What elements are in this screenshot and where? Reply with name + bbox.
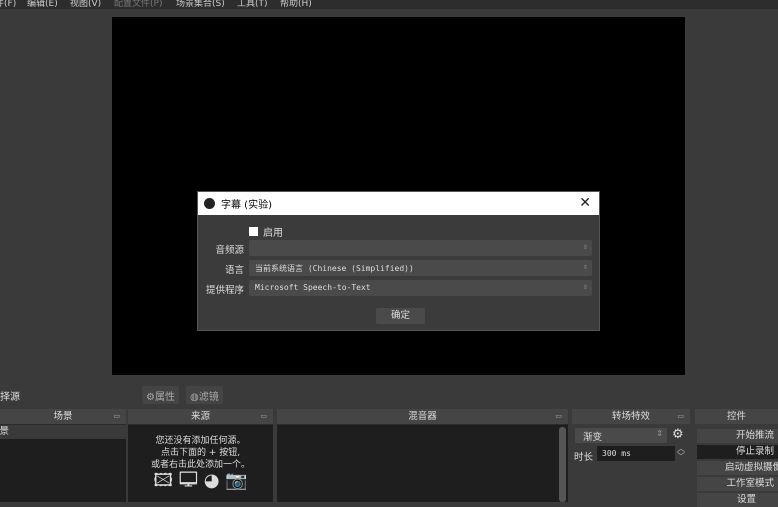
language-label: 语言 bbox=[224, 265, 244, 276]
float-icon[interactable]: ▭ bbox=[113, 409, 120, 424]
globe-icon: ◕ bbox=[203, 470, 220, 491]
float-icon[interactable]: ▭ bbox=[677, 409, 684, 424]
enable-label: 启用 bbox=[263, 228, 283, 239]
stop-recording-button[interactable]: 停止录制 bbox=[697, 445, 778, 459]
filters-label: 滤镜 bbox=[198, 392, 219, 403]
menu-bar: 文件(F) 编辑(E) 视图(V) 配置文件(P) 场景集合(S) 工具(T) … bbox=[0, 0, 778, 9]
image-icon: 🖾 bbox=[153, 470, 173, 491]
menu-scene-collection[interactable]: 场景集合(S) bbox=[176, 0, 225, 9]
scrollbar[interactable] bbox=[559, 427, 566, 502]
close-icon[interactable]: ✕ bbox=[579, 195, 591, 211]
scenes-dock: 场景▭ 场景 bbox=[0, 409, 126, 502]
menu-tools[interactable]: 工具(T) bbox=[237, 0, 268, 9]
duration-stepper[interactable]: ︿ ﹀ bbox=[677, 445, 685, 461]
empty-hint-line: 您还没有添加任何源。 bbox=[155, 436, 246, 446]
filters-button[interactable]: ◍滤镜 bbox=[186, 386, 223, 404]
transitions-dock: 转场特效 ▭ 渐变 ⇕ ⚙ 时长 300 ms ︿ ﹀ bbox=[572, 409, 690, 502]
audio-source-select[interactable]: ⇕ bbox=[249, 240, 592, 256]
provider-label: 提供程序 bbox=[205, 285, 244, 296]
provider-value: Microsoft Speech-to-Text bbox=[255, 283, 371, 292]
source-toolbar bbox=[0, 382, 778, 406]
transitions-title: 转场特效 bbox=[611, 411, 650, 422]
start-streaming-button[interactable]: 开始推流 bbox=[697, 429, 778, 443]
no-source-selected-label: 未选择源 bbox=[0, 392, 20, 403]
ok-button[interactable]: 确定 bbox=[376, 308, 425, 324]
controls-dock: 控件 开始推流 停止录制 启动虚拟摄像机 工作室模式 设置 bbox=[695, 409, 778, 507]
spinner-icon: ⇕ bbox=[583, 242, 588, 251]
gear-icon: ⚙ bbox=[146, 392, 155, 403]
scenes-title: 场景 bbox=[53, 411, 73, 422]
menu-help[interactable]: 帮助(H) bbox=[280, 0, 312, 9]
transition-value: 渐变 bbox=[583, 432, 603, 443]
properties-label: 属性 bbox=[154, 392, 175, 403]
sources-dock: 来源 ▭ 您还没有添加任何源。 点击下面的 + 按钮, 或者右击此处添加一个。 🖾… bbox=[128, 409, 273, 502]
gear-icon[interactable]: ⚙ bbox=[672, 427, 684, 442]
spinner-icon: ⇕ bbox=[583, 282, 588, 291]
captions-dialog: 字幕 (实验) ✕ 启用 音频源 ⇕ 语言 当前系统语言 (Chinese (Sim… bbox=[197, 191, 600, 331]
language-select[interactable]: 当前系统语言 (Chinese (Simplified)) ⇕ bbox=[249, 260, 592, 276]
float-icon[interactable]: ▭ bbox=[260, 409, 267, 424]
scene-item[interactable]: 场景 bbox=[0, 425, 126, 439]
spinner-icon: ⇕ bbox=[583, 262, 588, 271]
duration-input[interactable]: 300 ms bbox=[597, 446, 675, 461]
mixer-dock: 混音器 ▭ bbox=[277, 409, 568, 502]
language-value: 当前系统语言 (Chinese (Simplified)) bbox=[255, 264, 414, 273]
dialog-titlebar: 字幕 (实验) ✕ bbox=[198, 192, 599, 215]
empty-hint-line: 点击下面的 + 按钮, bbox=[160, 448, 241, 458]
enable-checkbox[interactable]: 启用 bbox=[249, 224, 283, 239]
checkbox-box[interactable] bbox=[249, 227, 258, 236]
duration-label: 时长 bbox=[574, 452, 594, 463]
menu-file[interactable]: 文件(F) bbox=[0, 0, 16, 9]
menu-profile[interactable]: 配置文件(P) bbox=[114, 0, 162, 9]
dialog-title: 字幕 (实验) bbox=[221, 200, 272, 211]
transition-select[interactable]: 渐变 ⇕ bbox=[575, 428, 667, 443]
obs-logo-icon bbox=[204, 198, 215, 209]
properties-button[interactable]: ⚙属性 bbox=[142, 386, 179, 404]
monitor-icon: 🖵 bbox=[178, 470, 198, 491]
provider-select[interactable]: Microsoft Speech-to-Text ⇕ bbox=[249, 280, 592, 296]
sources-title: 来源 bbox=[190, 411, 210, 422]
float-icon[interactable]: ▭ bbox=[555, 409, 562, 424]
menu-edit[interactable]: 编辑(E) bbox=[27, 0, 58, 9]
menu-view[interactable]: 视图(V) bbox=[70, 0, 101, 9]
filter-icon: ◍ bbox=[190, 392, 199, 403]
studio-mode-button[interactable]: 工作室模式 bbox=[697, 477, 778, 491]
duration-value: 300 ms bbox=[602, 449, 631, 458]
settings-button[interactable]: 设置 bbox=[697, 493, 778, 507]
controls-title: 控件 bbox=[726, 411, 746, 422]
start-virtual-camera-button[interactable]: 启动虚拟摄像机 bbox=[697, 461, 778, 475]
spinner-icon: ⇕ bbox=[656, 429, 663, 438]
audio-source-label: 音频源 bbox=[215, 245, 244, 256]
camera-icon: 📷 bbox=[225, 470, 248, 491]
mixer-title: 混音器 bbox=[408, 411, 437, 422]
